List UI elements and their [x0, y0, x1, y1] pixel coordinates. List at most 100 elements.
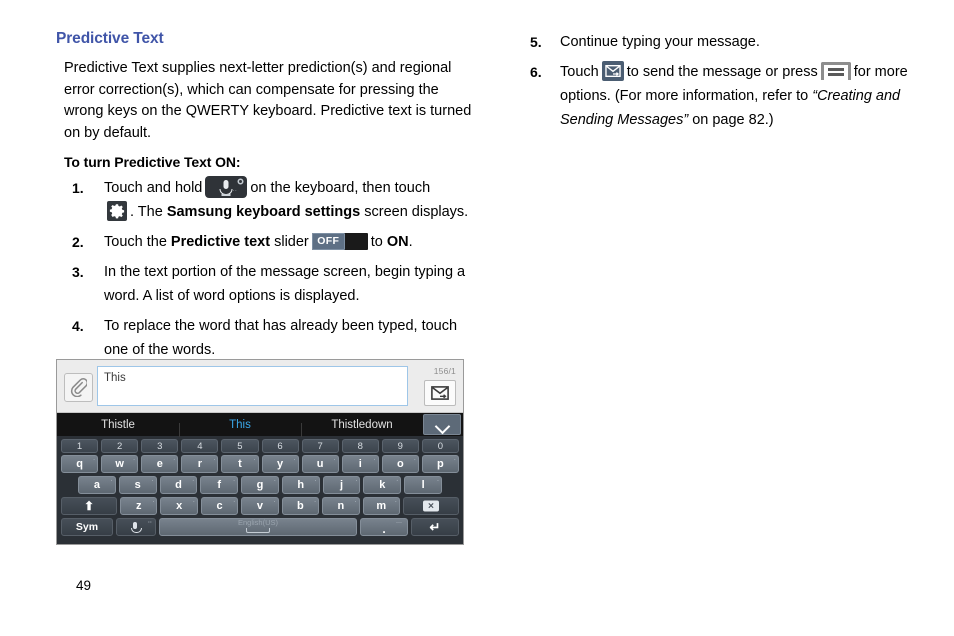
keyboard-row-asdf: a · s · d · f · g · h · j · k · l ·: [61, 476, 459, 494]
key-j[interactable]: j ·: [322, 476, 361, 494]
microphone-icon[interactable]: ··: [116, 518, 156, 536]
space-key[interactable]: English(US): [159, 518, 357, 536]
step-2-number: 2.: [72, 234, 84, 250]
predictive-suggestion-bar: Thistle This Thistledown: [57, 413, 463, 437]
phone-screenshot-figure: This 156/1 Thistle This Thistledown 1 2: [56, 359, 464, 545]
key-l[interactable]: l ·: [404, 476, 443, 494]
step-6-text-part1: Touch: [560, 64, 599, 80]
page-title: Predictive Text: [56, 30, 164, 47]
key-y-alt: ·: [293, 456, 296, 463]
microphone-key-icon[interactable]: ··: [205, 176, 248, 198]
chevron-down-icon[interactable]: [423, 414, 461, 435]
key-y[interactable]: y ·: [261, 455, 299, 473]
key-1[interactable]: 1: [61, 439, 99, 453]
key-h-alt: ·: [314, 477, 317, 484]
key-h[interactable]: h ·: [281, 476, 320, 494]
paperclip-glyph: [70, 378, 87, 397]
key-g[interactable]: g ·: [241, 476, 279, 494]
key-d[interactable]: d ·: [159, 476, 198, 494]
key-6[interactable]: 6: [261, 439, 299, 453]
menu-key-icon[interactable]: [820, 62, 851, 80]
key-u[interactable]: u ·: [301, 455, 339, 473]
space-bar-glyph: [246, 528, 270, 533]
key-g-alt: ·: [273, 477, 276, 484]
key-s[interactable]: s ·: [118, 476, 157, 494]
key-4[interactable]: 4: [181, 439, 219, 453]
key-2[interactable]: 2: [101, 439, 139, 453]
key-k-alt: ·: [396, 477, 399, 484]
key-b[interactable]: b ·: [281, 497, 320, 515]
key-y-label: y: [276, 458, 284, 470]
step-5: 5. Continue typing your message.: [518, 30, 938, 54]
key-9[interactable]: 9: [381, 439, 419, 453]
step-2-bold-predictive-text: Predictive text: [170, 234, 271, 250]
step-6: 6. Touch to send the message or press for…: [518, 60, 938, 132]
send-envelope-icon: [431, 386, 449, 400]
gear-icon[interactable]: [107, 201, 127, 221]
send-button[interactable]: [424, 380, 456, 406]
shift-arrow-icon[interactable]: ⬆: [61, 497, 118, 515]
key-q-label: q: [76, 458, 83, 470]
key-3[interactable]: 3: [141, 439, 179, 453]
key-m[interactable]: m ·: [362, 497, 400, 515]
key-c[interactable]: c ·: [200, 497, 239, 515]
key-a[interactable]: a ·: [77, 476, 116, 494]
message-input[interactable]: This: [97, 366, 408, 406]
key-i-label: i: [358, 458, 362, 470]
step-2-text-part1: Touch the: [104, 234, 167, 250]
key-5[interactable]: 5: [221, 439, 259, 453]
step-5-number: 5.: [530, 34, 542, 50]
key-t-label: t: [238, 458, 242, 470]
key-e-alt: ·: [173, 456, 176, 463]
key-x[interactable]: x ·: [160, 497, 198, 515]
suggestion-item-1[interactable]: This: [179, 419, 301, 437]
mic-key-stand: [130, 528, 142, 533]
suggestion-item-2[interactable]: Thistledown: [301, 419, 423, 437]
key-e-label: e: [156, 458, 163, 470]
key-r[interactable]: r ·: [181, 455, 219, 473]
key-i-alt: ·: [373, 456, 376, 463]
backspace-key[interactable]: ✕: [402, 497, 459, 515]
key-7[interactable]: 7: [301, 439, 339, 453]
send-message-icon[interactable]: [601, 61, 624, 81]
symbols-key[interactable]: Sym: [61, 518, 113, 536]
intro-paragraph: Predictive Text supplies next-letter pre…: [64, 60, 472, 141]
step-2-bold-on: ON: [386, 234, 409, 250]
step-3-text: In the text portion of the message scree…: [104, 264, 466, 304]
step-2-text-part2: slider: [274, 234, 309, 250]
key-f[interactable]: f ·: [200, 476, 239, 494]
off-slider-toggle[interactable]: OFF: [311, 233, 368, 250]
menu-line-1: [827, 68, 844, 71]
key-z-label: z: [135, 500, 142, 512]
key-t[interactable]: t ·: [221, 455, 259, 473]
period-key[interactable]: ··· .: [360, 518, 408, 536]
backspace-icon: ✕: [422, 500, 439, 512]
key-q[interactable]: q ·: [61, 455, 99, 473]
key-v[interactable]: v ·: [241, 497, 279, 515]
mic-body: [223, 180, 229, 189]
key-u-alt: ·: [333, 456, 336, 463]
step-2-text-part3: to: [370, 234, 383, 250]
key-e[interactable]: e ·: [141, 455, 179, 473]
enter-glyph: ↵: [429, 519, 441, 535]
mini-gear-icon: [237, 178, 244, 185]
key-o[interactable]: o ·: [381, 455, 419, 473]
key-p[interactable]: p ·: [421, 455, 459, 473]
enter-return-icon[interactable]: ↵: [411, 518, 459, 536]
step-1-text-part2: on the keyboard, then touch: [250, 180, 431, 196]
left-column: Predictive Text Predictive Text supplies…: [56, 30, 476, 368]
step-5-text: Continue typing your message.: [560, 34, 760, 50]
key-z[interactable]: z ·: [120, 497, 158, 515]
key-k[interactable]: k ·: [363, 476, 402, 494]
suggestion-item-0[interactable]: Thistle: [57, 419, 179, 431]
space-language-label: English(US): [237, 518, 278, 527]
key-0[interactable]: 0: [421, 439, 459, 453]
paperclip-icon[interactable]: [64, 373, 93, 402]
key-i[interactable]: i ·: [341, 455, 379, 473]
key-w[interactable]: w ·: [101, 455, 139, 473]
step-4: 4. To replace the word that has already b…: [56, 314, 476, 362]
key-n[interactable]: n ·: [322, 497, 360, 515]
key-8[interactable]: 8: [341, 439, 379, 453]
key-b-label: b: [297, 500, 304, 512]
key-j-alt: ·: [355, 477, 358, 484]
